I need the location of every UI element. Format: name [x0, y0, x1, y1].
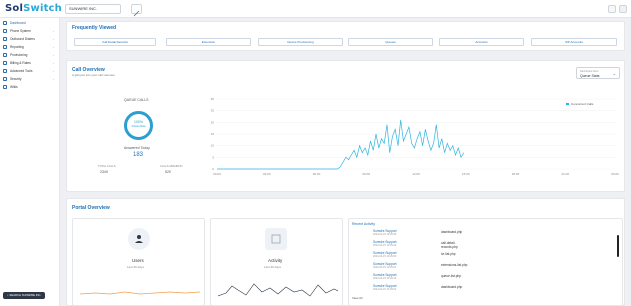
legend-swatch: [566, 103, 569, 105]
frequently-viewed-title: Frequently Viewed: [72, 25, 117, 31]
x-tick-label: 06:00: [313, 172, 321, 176]
total-calls-value: 2349: [100, 170, 108, 174]
sidebar-item-provisioning[interactable]: Provisioning ›: [3, 52, 57, 58]
company-selector[interactable]: SUNWIRE INC.: [65, 4, 121, 14]
y-tick-label: 5: [212, 155, 214, 159]
gear-icon: [3, 69, 7, 73]
sidebar-item-advanced-tools[interactable]: Advanced Tools ›: [3, 68, 57, 74]
user-icon: [128, 228, 150, 250]
activity-sparkline: [218, 283, 338, 297]
queue-calls-label: QUEUE CALLS: [124, 98, 149, 102]
billing-icon: [3, 61, 7, 65]
x-tick-label: 12:00: [412, 172, 420, 176]
users-sparkline: [80, 291, 200, 295]
activity-row: Sunwire Support 2024-04-15 10:29:45 dashbo…: [373, 229, 471, 238]
sidebar-item-security[interactable]: Security ›: [3, 76, 57, 82]
quick-link-extension[interactable]: Extension: [166, 38, 251, 46]
quick-link-queues[interactable]: Queues: [348, 38, 433, 46]
search-company-button[interactable]: ⌕ SEARCH SUNWIRE INC.: [3, 292, 45, 299]
y-tick-label: 10: [211, 144, 215, 148]
notification-icon[interactable]: [608, 5, 616, 13]
calls-abandon-value: 520: [165, 170, 171, 174]
x-tick-label: 15:00: [462, 172, 470, 176]
chevron-right-icon: ›: [53, 61, 54, 65]
company-edit-button[interactable]: [131, 4, 142, 17]
total-calls-label: TOTAL CALLS: [98, 165, 116, 168]
activity-icon: [265, 228, 287, 250]
chevron-right-icon: ›: [53, 37, 54, 41]
quick-link-device-provisioning[interactable]: Device Provisioning: [258, 38, 343, 46]
recent-activity-title: Recent Activity: [352, 222, 375, 226]
activity-page: dashboard.php: [441, 230, 463, 234]
users-sub: Last 30 days: [127, 265, 145, 269]
chevron-right-icon: ›: [53, 69, 54, 73]
activity-page: dashboard.php: [441, 285, 463, 289]
tools-icon: [3, 53, 7, 57]
activity-row: Sunwire Support 2024-04-15 10:29:40 call-d…: [373, 240, 471, 249]
view-all-link[interactable]: View All: [352, 296, 362, 300]
chevron-right-icon: ›: [53, 53, 54, 57]
activity-row: Sunwire Support 2024-04-15 10:29:33 ivr-li…: [373, 251, 471, 260]
quick-link-accounts[interactable]: Accounts: [439, 38, 524, 46]
x-tick-label: 00:00: [213, 172, 221, 176]
dialer-icon: [3, 37, 7, 41]
answered-today-label: Answered Today: [124, 146, 150, 150]
edit-icon: [133, 10, 140, 17]
x-tick-label: 00:00: [611, 172, 619, 176]
chevron-right-icon: ›: [53, 45, 54, 49]
sidebar-item-wikis[interactable]: Wikis: [3, 84, 57, 90]
activity-sub: Last 30 days: [264, 265, 282, 269]
y-tick-label: 20: [211, 120, 215, 124]
activity-page: call-detail-records.php: [441, 241, 458, 249]
activity-page: extensions-list.php: [441, 263, 468, 267]
dashboard-view-select[interactable]: Dashboard View Queue Stats ⌄: [576, 67, 620, 79]
scrollbar-thumb[interactable]: [617, 235, 619, 257]
concurrent-calls-chart: 0 5 10 15 20 25 30 00:00 03:00 06:00 09:00 12:00 15:…: [211, 97, 619, 176]
x-tick-label: 21:00: [561, 172, 569, 176]
x-tick-label: 09:00: [362, 172, 370, 176]
y-tick-label: 15: [211, 132, 215, 136]
sidebar-item-billing[interactable]: Billing & Rates ›: [3, 60, 57, 66]
portal-overview-title: Portal Overview: [72, 205, 110, 211]
sidebar-item-phone-system[interactable]: Phone System ›: [3, 28, 57, 34]
users-label: Users: [132, 258, 144, 263]
call-overview-subtitle: A glimpse into your call volumes: [72, 73, 115, 77]
activity-row: Sunwire Support 2024-04-15 10:29:15 queue-…: [373, 273, 471, 282]
dashboard-icon: [3, 21, 7, 25]
answered-today-value: 183: [133, 152, 144, 158]
calls-abandon-label: CALLS ABANDON: [160, 165, 183, 168]
activity-row: Sunwire Support 2024-04-15 10:29:21 extens…: [373, 262, 471, 271]
chevron-down-icon: ⌄: [612, 71, 616, 76]
activity-row: Sunwire Support 2024-04-15 10:29:02 dashbo…: [373, 284, 471, 293]
app-logo[interactable]: SolSwitch: [5, 3, 62, 14]
quick-link-sip-accounts[interactable]: SIP Accounts: [531, 38, 617, 46]
y-tick-label: 25: [211, 109, 215, 113]
book-icon: [3, 85, 7, 89]
sidebar-item-outbound-dialers[interactable]: Outbound Dialers ›: [3, 36, 57, 42]
activity-date: 2024-04-15 10:29:33: [373, 255, 397, 258]
report-icon: [3, 45, 7, 49]
activity-page: ivr-list.php: [441, 252, 456, 256]
lock-icon: [3, 77, 7, 81]
legend-label: Concurrent Calls: [571, 102, 594, 106]
series-line-concurrent-calls: [217, 119, 465, 170]
y-tick-label: 0: [212, 167, 214, 171]
quick-link-call-detail-records[interactable]: Call Detail Records: [74, 38, 156, 46]
y-tick-label: 30: [211, 97, 215, 101]
x-tick-label: 03:00: [263, 172, 271, 176]
activity-label: Activity: [268, 258, 283, 263]
phone-icon: [3, 29, 7, 33]
chevron-right-icon: ›: [53, 77, 54, 81]
answer-rate-value: 100% Answer Rate: [131, 120, 146, 128]
chevron-right-icon: ›: [53, 29, 54, 33]
user-avatar[interactable]: [619, 5, 627, 13]
sidebar-item-reporting[interactable]: Reporting ›: [3, 44, 57, 50]
sidebar-item-dashboard[interactable]: Dashboard: [3, 20, 57, 26]
x-tick-label: 18:00: [512, 172, 520, 176]
frequently-viewed-card: [66, 21, 625, 51]
top-bar: SolSwitch SUNWIRE INC.: [0, 0, 631, 18]
activity-page: queue-list.php: [441, 274, 462, 278]
